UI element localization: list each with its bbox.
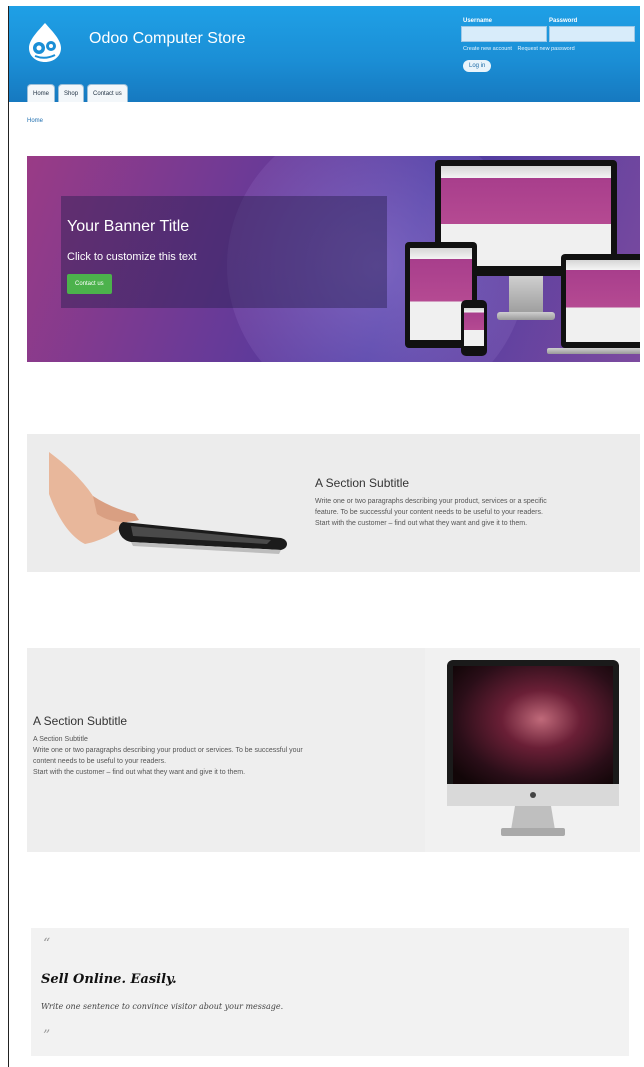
monitor-base — [497, 312, 555, 320]
section2-line: content needs to be useful to your reade… — [33, 758, 167, 765]
quote-title: Sell Online. Easily. — [41, 972, 177, 987]
section2-line: Write one or two paragraphs describing y… — [33, 747, 303, 754]
phone-device — [461, 300, 487, 356]
imac-image — [447, 660, 619, 836]
site-header: Odoo Computer Store Username Password Cr… — [9, 6, 640, 102]
section1-line: Start with the customer – find out what … — [315, 520, 528, 527]
odoo-drop-icon[interactable] — [23, 20, 67, 64]
tablet-hand-image — [49, 452, 288, 554]
section-text-image: A Section Subtitle A Section Subtitle Wr… — [27, 648, 640, 852]
breadcrumb-home[interactable]: Home — [27, 118, 43, 124]
imac-panel — [425, 648, 640, 852]
section1-subtitle: A Section Subtitle — [315, 476, 410, 490]
phone-screen — [464, 308, 484, 346]
section2-line: Start with the customer – find out what … — [33, 769, 246, 776]
password-label: Password — [549, 18, 578, 24]
laptop-device — [561, 254, 640, 348]
close-quote-icon: ” — [43, 1028, 51, 1044]
create-account-link[interactable]: Create new account — [463, 46, 512, 52]
section-image-text: A Section Subtitle Write one or two para… — [27, 434, 640, 572]
banner-contact-button[interactable]: Contact us — [67, 274, 112, 294]
section1-paragraph: Write one or two paragraphs describing y… — [315, 496, 547, 529]
section2-paragraph: A Section Subtitle Write one or two para… — [33, 734, 303, 778]
tab-contact-us[interactable]: Contact us — [87, 84, 128, 102]
request-password-link[interactable]: Request new password — [517, 46, 574, 52]
browser-page: Odoo Computer Store Username Password Cr… — [8, 6, 640, 1067]
banner-text: Click to customize this text — [67, 251, 197, 263]
tab-home[interactable]: Home — [27, 84, 56, 102]
quote-subtitle: Write one sentence to convince visitor a… — [41, 1002, 284, 1011]
section2-subtitle: A Section Subtitle — [33, 714, 128, 728]
username-field[interactable] — [461, 26, 547, 42]
username-label: Username — [463, 18, 493, 24]
site-title[interactable]: Odoo Computer Store — [89, 30, 246, 48]
section1-line: feature. To be successful your content n… — [315, 509, 543, 516]
tab-shop[interactable]: Shop — [58, 84, 85, 102]
main-nav: Home Shop Contact us — [27, 84, 131, 102]
login-button[interactable]: Log in — [463, 60, 492, 72]
section2-small-subtitle: A Section Subtitle — [33, 736, 88, 743]
password-field[interactable] — [549, 26, 635, 42]
section1-line: Write one or two paragraphs describing y… — [315, 498, 547, 505]
banner-caption-box: Your Banner Title Click to customize thi… — [61, 196, 387, 308]
banner-title: Your Banner Title — [67, 218, 190, 235]
laptop-screen — [566, 260, 640, 342]
login-links: Create new account Request new password — [463, 46, 579, 52]
open-quote-icon: “ — [43, 936, 51, 952]
quote-block: “ Sell Online. Easily. Write one sentenc… — [31, 928, 629, 1056]
laptop-base — [547, 348, 640, 354]
monitor-stand — [509, 276, 543, 316]
hero-banner: Your Banner Title Click to customize thi… — [27, 156, 640, 362]
